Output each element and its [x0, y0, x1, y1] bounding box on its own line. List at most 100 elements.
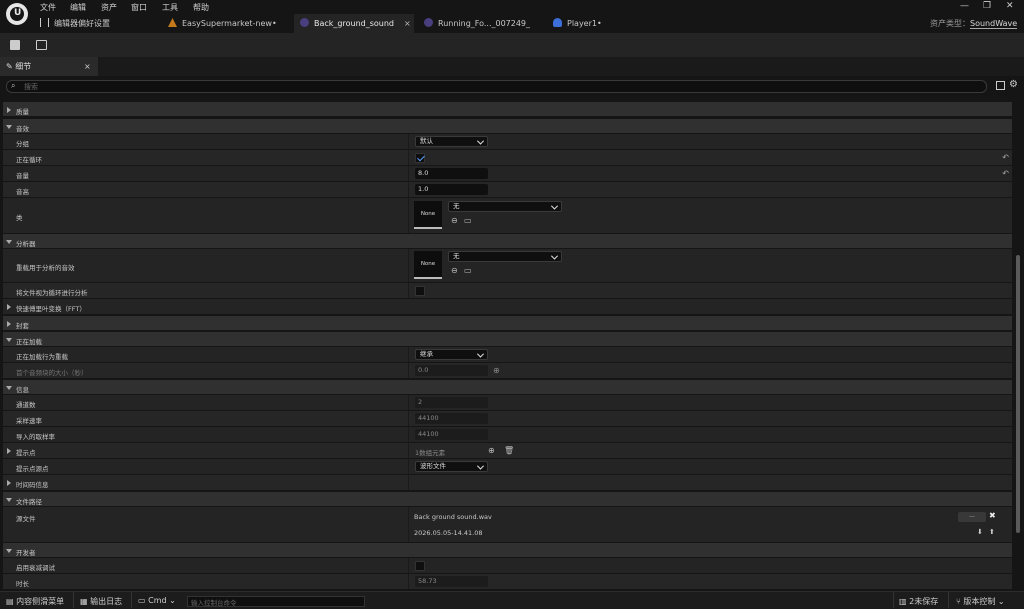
- reset-to-default-icon[interactable]: ↶: [1002, 153, 1009, 162]
- menu-window[interactable]: 窗口: [131, 2, 147, 13]
- scrollbar[interactable]: [1016, 255, 1020, 533]
- analysis-asset-picker[interactable]: 无: [448, 251, 562, 262]
- browse-to-asset-icon[interactable]: [36, 40, 47, 50]
- section-sound[interactable]: 音效: [3, 119, 1012, 134]
- source-file-date: 2026.05.05-14.41.08: [414, 529, 483, 537]
- browse-folder-icon[interactable]: ▭: [464, 266, 472, 275]
- soundwave-asset-icon: [424, 18, 433, 27]
- cue-points-count: 1数组元素: [415, 449, 446, 457]
- prop-group: 分组 默认: [3, 134, 1012, 150]
- import-down-icon[interactable]: ⬇: [977, 528, 983, 536]
- prop-pitch: 音高 1.0: [3, 182, 1012, 198]
- reset-to-default-icon[interactable]: ↶: [1002, 169, 1009, 178]
- details-tab-bar: [0, 57, 1024, 76]
- search-input[interactable]: [6, 80, 987, 93]
- analysis-thumbnail[interactable]: None: [414, 251, 442, 279]
- clear-source-icon[interactable]: ✖: [989, 511, 996, 520]
- asset-type-link[interactable]: SoundWave: [970, 19, 1018, 29]
- player-icon: [553, 18, 562, 27]
- channels-value: 2: [415, 397, 488, 408]
- unreal-logo-icon[interactable]: U: [6, 3, 28, 25]
- divider: [893, 592, 894, 608]
- unsaved-icon: ▥: [899, 597, 910, 606]
- divider: [131, 592, 132, 608]
- use-selected-icon[interactable]: ⊖: [451, 266, 458, 275]
- tab-level[interactable]: EasySupermarket-new•: [168, 14, 288, 33]
- section-envelope[interactable]: 封套: [3, 316, 1012, 331]
- section-developer[interactable]: 开发者: [3, 543, 1012, 558]
- tab-details[interactable]: ✎ 细节 ×: [0, 57, 98, 76]
- tab-running-footstep[interactable]: Running_Fo..._007249_: [424, 14, 544, 33]
- output-log-button[interactable]: ▦ 输出日志: [80, 596, 122, 607]
- volume-input[interactable]: 8.0: [415, 168, 488, 179]
- prop-looping: 正在循环 ↶: [3, 150, 1012, 166]
- divider: [948, 592, 949, 608]
- close-window-icon[interactable]: ✕: [1006, 1, 1014, 11]
- asset-type-label: 资产类型：SoundWave: [930, 19, 1018, 29]
- attenuation-debug-checkbox[interactable]: [415, 561, 425, 571]
- prop-attenuation-debug: 启用衰减调试: [3, 558, 1012, 574]
- import-rate-value: 44100: [415, 429, 488, 440]
- menu-tools[interactable]: 工具: [162, 2, 178, 13]
- prop-source-file: 源文件 Back ground sound.wav 2026.05.05-14.…: [3, 507, 1012, 543]
- cue-source-dropdown[interactable]: 波形文件: [415, 461, 488, 472]
- content-drawer-button[interactable]: ▤ 内容侧滑菜单: [6, 596, 64, 607]
- prop-treat-loop: 将文件视为循环进行分析: [3, 283, 1012, 299]
- sample-rate-value: 44100: [415, 413, 488, 424]
- level-icon: [168, 18, 177, 27]
- pencil-icon: ✎: [6, 62, 16, 71]
- looping-checkbox[interactable]: [415, 153, 425, 163]
- divider: [73, 592, 74, 608]
- chevron-down-icon: ⌄: [995, 597, 1005, 606]
- prop-chunk-size: 首个音频块的大小（秒） 0.0 ⊕: [3, 363, 1012, 379]
- pitch-input[interactable]: 1.0: [415, 184, 488, 195]
- group-dropdown[interactable]: 默认: [415, 136, 488, 147]
- menu-edit[interactable]: 编辑: [70, 2, 86, 13]
- chevron-down-icon: ⌄: [166, 596, 176, 605]
- prop-import-rate: 导入的取样率 44100: [3, 427, 1012, 443]
- content-drawer-icon: ▤: [6, 597, 17, 606]
- settings-gear-icon[interactable]: ⚙: [1009, 79, 1018, 90]
- class-thumbnail[interactable]: None: [414, 201, 442, 229]
- prop-cue-points[interactable]: 提示点 1数组元素 ⊕ 🗑: [3, 443, 1012, 459]
- minimize-icon[interactable]: —: [960, 1, 969, 11]
- settings-sliders-icon: [40, 18, 49, 27]
- reimport-up-icon[interactable]: ⬆: [989, 528, 995, 536]
- tab-back-ground-sound[interactable]: Back_ground_sound ×: [294, 14, 414, 33]
- tab-editor-preferences[interactable]: 编辑器偏好设置: [40, 14, 160, 33]
- cmd-dropdown[interactable]: ▭ Cmd ⌄: [138, 596, 176, 605]
- section-analysis[interactable]: 分析器: [3, 234, 1012, 249]
- loading-override-dropdown[interactable]: 继承: [415, 349, 488, 360]
- prop-duration: 时长 58.73: [3, 574, 1012, 590]
- view-options-icon[interactable]: [996, 81, 1005, 90]
- menu-asset[interactable]: 资产: [101, 2, 117, 13]
- tab-player1[interactable]: Player1•: [553, 14, 653, 33]
- chunk-size-input: 0.0: [415, 365, 488, 376]
- close-tab-icon[interactable]: ×: [404, 14, 411, 33]
- browse-source-button[interactable]: ...: [958, 512, 986, 522]
- toolbar: [0, 33, 1024, 57]
- add-element-icon[interactable]: ⊕: [488, 446, 495, 455]
- browse-folder-icon[interactable]: ▭: [464, 216, 472, 225]
- section-quality[interactable]: 质量: [3, 102, 1012, 117]
- use-selected-icon[interactable]: ⊖: [451, 216, 458, 225]
- restore-icon[interactable]: ❐: [983, 1, 991, 11]
- section-fft[interactable]: 快速傅里叶变换（FFT）: [3, 299, 1012, 315]
- menu-help[interactable]: 帮助: [193, 2, 209, 13]
- console-placeholder: 输入控制台命令: [191, 599, 237, 607]
- class-asset-picker[interactable]: 无: [448, 201, 562, 212]
- trash-icon[interactable]: 🗑: [504, 446, 514, 455]
- prop-sample-rate: 采样速率 44100: [3, 411, 1012, 427]
- treat-loop-checkbox[interactable]: [415, 286, 425, 296]
- save-icon[interactable]: [10, 40, 20, 50]
- prop-loading-override: 正在加载行为重载 继承: [3, 347, 1012, 363]
- section-file-path[interactable]: 文件路径: [3, 492, 1012, 507]
- menu-file[interactable]: 文件: [40, 2, 56, 13]
- source-control-button[interactable]: ⑂ 版本控制 ⌄: [956, 596, 1005, 607]
- section-info[interactable]: 信息: [3, 380, 1012, 395]
- close-details-icon[interactable]: ×: [84, 57, 91, 76]
- prop-channels: 通道数 2: [3, 395, 1012, 411]
- section-loading[interactable]: 正在加载: [3, 332, 1012, 347]
- unsaved-button[interactable]: ▥ 2未保存: [899, 596, 938, 607]
- section-timecode[interactable]: 时间码信息: [3, 475, 1012, 491]
